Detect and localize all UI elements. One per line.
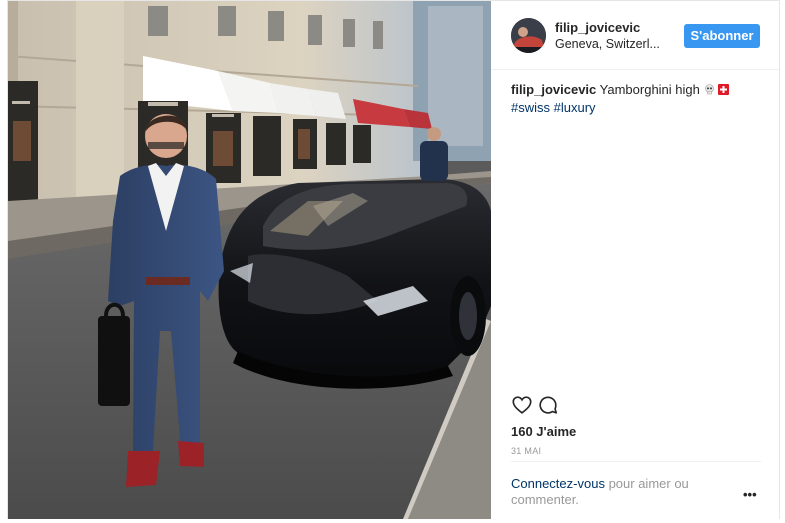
hashtag-luxury[interactable]: #luxury (554, 100, 596, 115)
heart-icon[interactable] (511, 394, 533, 416)
comment-icon[interactable] (537, 394, 559, 416)
post-header: filip_jovicevic Geneva, Switzerl... S'ab… (491, 1, 779, 70)
follow-button[interactable]: S'abonner (684, 24, 760, 48)
post-author-username[interactable]: filip_jovicevic (555, 20, 640, 35)
street-scene-image (8, 1, 491, 519)
skull-emoji-icon (704, 82, 715, 99)
login-link[interactable]: Connectez-vous (511, 476, 605, 491)
post-location[interactable]: Geneva, Switzerl... (555, 37, 660, 51)
post-date[interactable]: 31 MAI (511, 446, 541, 456)
divider (511, 461, 761, 462)
login-prompt: Connectez-vous pour aimer ou commenter. (511, 476, 711, 508)
hashtag-swiss[interactable]: #swiss (511, 100, 550, 115)
caption-username[interactable]: filip_jovicevic (511, 82, 596, 97)
like-count[interactable]: 160 J'aime (511, 424, 576, 439)
post-caption: filip_jovicevic Yamborghini high #swiss … (511, 81, 761, 116)
caption-text: Yamborghini high (599, 82, 700, 97)
swiss-flag-icon (718, 82, 730, 99)
post-photo[interactable] (8, 1, 491, 519)
more-options-button[interactable]: ••• (743, 487, 763, 502)
post-side-panel: filip_jovicevic Geneva, Switzerl... S'ab… (491, 1, 779, 519)
avatar[interactable] (511, 18, 546, 53)
